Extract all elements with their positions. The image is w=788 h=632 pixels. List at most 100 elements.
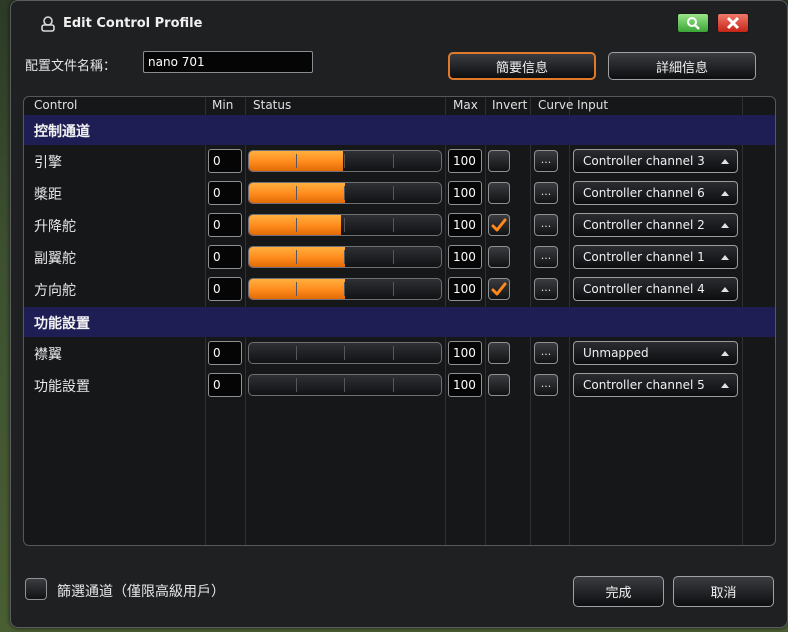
bar-tick (296, 378, 297, 392)
input-select-value: Controller channel 1 (583, 250, 705, 264)
table-row: 升降舵 0 100 ... Controller channel 2 (24, 209, 775, 241)
bar-tick (296, 282, 297, 296)
row-label: 副翼舵 (34, 251, 76, 267)
bar-tick (344, 282, 345, 296)
input-select[interactable]: Unmapped (573, 341, 738, 365)
max-field[interactable]: 100 (448, 341, 482, 365)
status-bar (248, 342, 442, 364)
bar-tick (344, 250, 345, 264)
row-label: 襟翼 (34, 347, 62, 363)
status-bar (248, 150, 442, 172)
min-field[interactable]: 0 (208, 181, 242, 205)
status-bar (248, 182, 442, 204)
status-bar (248, 374, 442, 396)
header-status: Status (253, 98, 292, 112)
header-min: Min (212, 98, 234, 112)
max-field[interactable]: 100 (448, 181, 482, 205)
input-select[interactable]: Controller channel 5 (573, 373, 738, 397)
invert-checkbox[interactable] (488, 214, 510, 236)
bar-tick (296, 186, 297, 200)
chevron-up-icon (721, 287, 729, 292)
input-select[interactable]: Controller channel 6 (573, 181, 738, 205)
header-invert: Invert (492, 98, 528, 112)
status-fill (249, 247, 345, 267)
input-select-value: Controller channel 2 (583, 218, 705, 232)
status-fill (249, 279, 345, 299)
min-field[interactable]: 0 (208, 341, 242, 365)
chevron-up-icon (721, 159, 729, 164)
header-curve: Curve (538, 98, 574, 112)
curve-button[interactable]: ... (534, 214, 558, 236)
row-label: 功能設置 (34, 379, 90, 395)
invert-checkbox[interactable] (488, 246, 510, 268)
max-field[interactable]: 100 (448, 245, 482, 269)
checkmark-icon (491, 218, 507, 232)
invert-checkbox[interactable] (488, 342, 510, 364)
bar-tick (344, 218, 345, 232)
invert-checkbox[interactable] (488, 182, 510, 204)
input-select[interactable]: Controller channel 1 (573, 245, 738, 269)
bar-tick (344, 346, 345, 360)
bar-tick (393, 282, 394, 296)
checkmark-icon (491, 282, 507, 296)
close-button[interactable] (717, 13, 749, 33)
curve-button[interactable]: ... (534, 246, 558, 268)
bar-tick (296, 346, 297, 360)
detail-tab-button[interactable]: 詳細信息 (608, 52, 756, 80)
bar-tick (393, 250, 394, 264)
curve-button[interactable]: ... (534, 278, 558, 300)
bar-tick (393, 186, 394, 200)
input-select[interactable]: Controller channel 3 (573, 149, 738, 173)
summary-tab-button[interactable]: 簡要信息 (448, 52, 596, 80)
min-field[interactable]: 0 (208, 213, 242, 237)
row-label: 槳距 (34, 187, 62, 203)
section-label: 控制通道 (34, 124, 90, 140)
max-field[interactable]: 100 (448, 277, 482, 301)
input-select-value: Controller channel 6 (583, 186, 705, 200)
input-select[interactable]: Controller channel 2 (573, 213, 738, 237)
chevron-up-icon (721, 351, 729, 356)
input-select-value: Controller channel 5 (583, 378, 705, 392)
curve-button[interactable]: ... (534, 150, 558, 172)
invert-checkbox[interactable] (488, 150, 510, 172)
max-field[interactable]: 100 (448, 213, 482, 237)
status-bar (248, 246, 442, 268)
controller-profile-icon (41, 16, 55, 32)
control-table: Control Min Status Max Invert Curve Inpu… (23, 96, 776, 546)
max-field[interactable]: 100 (448, 373, 482, 397)
bar-tick (344, 154, 345, 168)
row-label: 升降舵 (34, 219, 76, 235)
filter-channels-checkbox[interactable] (25, 578, 47, 600)
curve-button[interactable]: ... (534, 374, 558, 396)
min-field[interactable]: 0 (208, 373, 242, 397)
table-row: 副翼舵 0 100 ... Controller channel 1 (24, 241, 775, 273)
profile-name-label: 配置文件名稱： (25, 59, 117, 74)
search-button[interactable] (677, 13, 709, 33)
bar-tick (296, 154, 297, 168)
header-control: Control (34, 98, 78, 112)
curve-button[interactable]: ... (534, 342, 558, 364)
invert-checkbox[interactable] (488, 278, 510, 300)
min-field[interactable]: 0 (208, 149, 242, 173)
input-select-value: Unmapped (583, 346, 649, 360)
row-label: 引擎 (34, 155, 62, 171)
done-button[interactable]: 完成 (573, 576, 664, 607)
curve-button[interactable]: ... (534, 182, 558, 204)
bar-tick (393, 218, 394, 232)
max-field[interactable]: 100 (448, 149, 482, 173)
min-field[interactable]: 0 (208, 277, 242, 301)
chevron-up-icon (721, 383, 729, 388)
invert-checkbox[interactable] (488, 374, 510, 396)
status-fill (249, 183, 345, 203)
cancel-button[interactable]: 取消 (673, 576, 774, 607)
table-row: 襟翼 0 100 ... Unmapped (24, 337, 775, 369)
table-row: 功能設置 0 100 ... Controller channel 5 (24, 369, 775, 401)
header-max: Max (453, 98, 478, 112)
input-select[interactable]: Controller channel 4 (573, 277, 738, 301)
section-label: 功能設置 (34, 316, 90, 332)
status-bar (248, 278, 442, 300)
min-field[interactable]: 0 (208, 245, 242, 269)
close-icon (726, 16, 740, 30)
profile-name-input[interactable] (143, 51, 313, 73)
chevron-up-icon (721, 223, 729, 228)
